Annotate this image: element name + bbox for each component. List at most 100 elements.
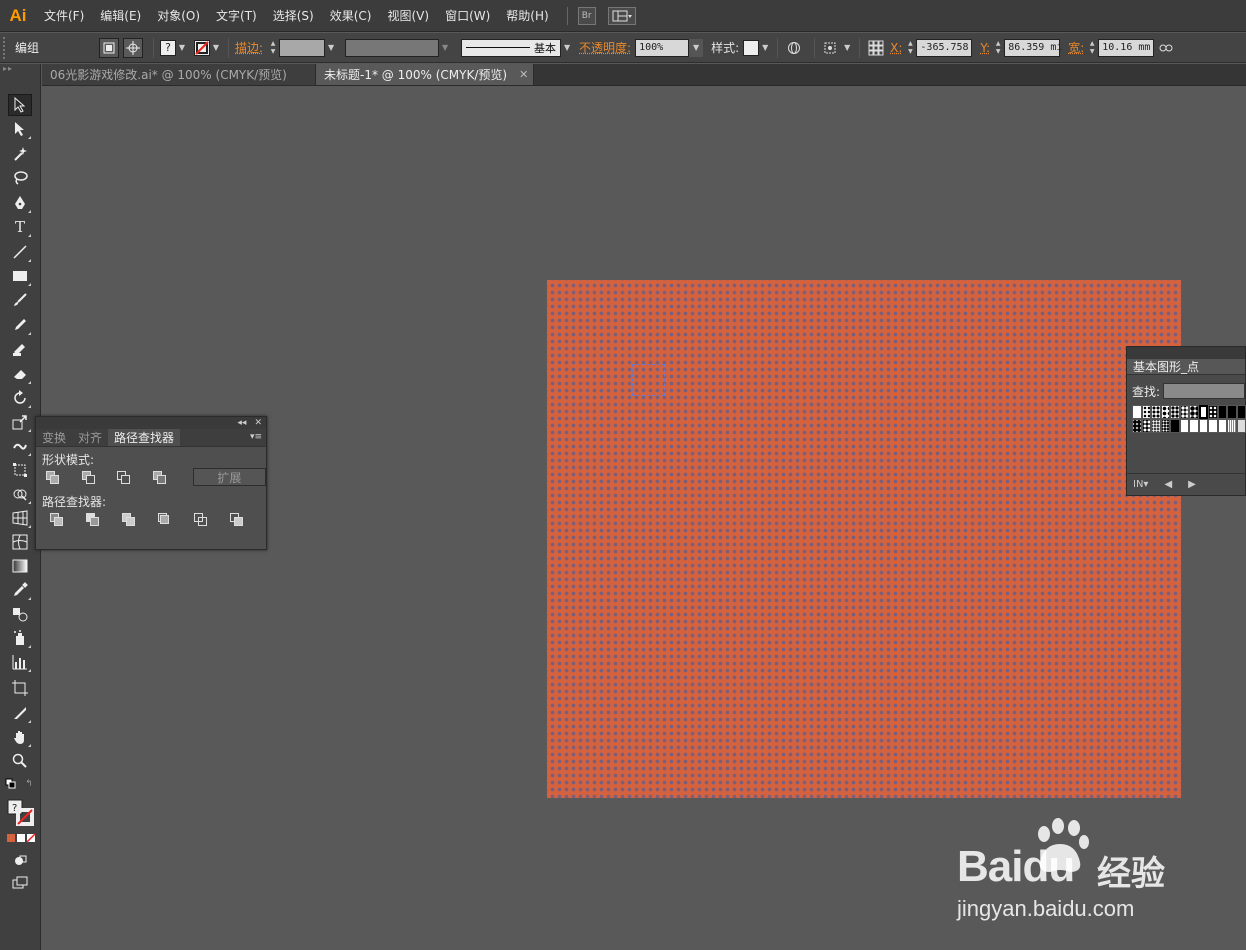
- bridge-button[interactable]: Br: [577, 6, 596, 25]
- artboard-pattern[interactable]: [547, 280, 1181, 798]
- swatch-item[interactable]: [1132, 419, 1142, 433]
- selection-bounding-box[interactable]: [632, 364, 665, 396]
- selection-tool-icon[interactable]: [8, 94, 32, 116]
- select-similar-button[interactable]: [821, 38, 841, 58]
- y-spinner[interactable]: ▲ ▼: [992, 39, 1004, 57]
- close-panel-icon[interactable]: ✕: [254, 418, 262, 428]
- swatch-item[interactable]: [1208, 419, 1218, 433]
- menu-edit[interactable]: 编辑(E): [92, 7, 149, 24]
- free-transform-icon[interactable]: [8, 459, 32, 481]
- magic-wand-icon[interactable]: [8, 143, 32, 165]
- tab-document-2[interactable]: 未标题-1* @ 100% (CMYK/预览) ✕: [316, 64, 534, 85]
- line-tool-icon[interactable]: [8, 241, 32, 263]
- symbol-sprayer-icon[interactable]: [8, 627, 32, 649]
- color-mode-buttons[interactable]: [5, 832, 37, 844]
- brush-definition-dropdown[interactable]: ▼: [561, 39, 573, 57]
- menu-view[interactable]: 视图(V): [379, 7, 437, 24]
- x-label[interactable]: X:: [890, 41, 902, 55]
- tab-pathfinder[interactable]: 路径查找器: [108, 429, 181, 446]
- opacity-field[interactable]: 100%: [635, 38, 690, 57]
- menu-window[interactable]: 窗口(W): [437, 7, 498, 24]
- swatch-item[interactable]: [1189, 405, 1199, 419]
- collapse-panel-icon[interactable]: ◂◂: [237, 418, 246, 428]
- y-field[interactable]: 86.359 mi: [1004, 38, 1062, 57]
- select-similar-dropdown[interactable]: ▼: [841, 39, 853, 57]
- intersect-icon[interactable]: [117, 470, 131, 484]
- swatch-item[interactable]: [1198, 405, 1208, 419]
- close-icon[interactable]: ✕: [519, 68, 528, 81]
- perspective-grid-icon[interactable]: [8, 507, 32, 529]
- graphic-style-swatch[interactable]: [743, 39, 760, 56]
- crop-icon[interactable]: [158, 512, 172, 526]
- menu-file[interactable]: 文件(F): [36, 7, 92, 24]
- slice-tool-icon[interactable]: [8, 702, 32, 724]
- panel-menu-icon[interactable]: ▾≡: [250, 432, 262, 442]
- swatch-library-menu-icon[interactable]: IN▾: [1133, 479, 1148, 490]
- document-setup-button[interactable]: [784, 38, 804, 58]
- opacity-label[interactable]: 不透明度:: [579, 39, 631, 56]
- trim-icon[interactable]: [86, 512, 100, 526]
- y-label[interactable]: Y:: [980, 41, 990, 55]
- scale-tool-icon[interactable]: [8, 411, 32, 433]
- outline-icon[interactable]: [194, 512, 208, 526]
- swatch-item[interactable]: [1236, 405, 1246, 419]
- isolate-group-button[interactable]: [99, 37, 119, 58]
- unite-icon[interactable]: [46, 470, 60, 484]
- reference-point-button[interactable]: [866, 38, 886, 58]
- stroke-weight-spinner[interactable]: ▲ ▼: [267, 39, 279, 57]
- stroke-weight-dropdown[interactable]: ▼: [325, 39, 337, 57]
- swatch-find-input[interactable]: [1163, 383, 1245, 399]
- hand-tool-icon[interactable]: [8, 726, 32, 748]
- stroke-dropdown-arrow[interactable]: ▼: [210, 39, 222, 57]
- pencil-icon[interactable]: [8, 314, 32, 336]
- tab-align[interactable]: 对齐: [72, 429, 108, 446]
- merge-icon[interactable]: [122, 512, 136, 526]
- previous-library-icon[interactable]: ◀: [1164, 479, 1172, 490]
- swatch-library-title[interactable]: 基本图形_点: [1127, 359, 1245, 375]
- paintbrush-icon[interactable]: [8, 289, 32, 311]
- blend-tool-icon[interactable]: [8, 603, 32, 625]
- menu-object[interactable]: 对象(O): [149, 7, 208, 24]
- stroke-weight-field[interactable]: [279, 38, 326, 57]
- tools-panel-grip[interactable]: ▸▸: [0, 64, 40, 74]
- exclude-icon[interactable]: [153, 470, 167, 484]
- swap-fill-stroke-icon[interactable]: ↰: [22, 778, 36, 790]
- panel-title-bar[interactable]: ◂◂ ✕: [36, 417, 266, 429]
- swatch-item[interactable]: [1227, 405, 1237, 419]
- swatch-item[interactable]: [1217, 405, 1227, 419]
- menu-type[interactable]: 文字(T): [208, 7, 265, 24]
- opacity-dropdown[interactable]: ▼: [689, 38, 704, 57]
- warp-tool-icon[interactable]: [8, 435, 32, 457]
- default-fill-stroke-icon[interactable]: [4, 778, 18, 790]
- next-library-icon[interactable]: ▶: [1188, 479, 1196, 490]
- zoom-tool-icon[interactable]: [8, 750, 32, 772]
- swatch-item[interactable]: [1189, 419, 1199, 433]
- width-field[interactable]: 10.16 mm: [1098, 38, 1155, 57]
- eraser-icon[interactable]: [8, 363, 32, 385]
- swatch-item[interactable]: [1179, 405, 1189, 419]
- menu-effect[interactable]: 效果(C): [322, 7, 380, 24]
- menu-select[interactable]: 选择(S): [265, 7, 322, 24]
- drawing-mode-icon[interactable]: [8, 850, 32, 872]
- rectangle-tool-icon[interactable]: [8, 265, 32, 287]
- graphic-style-dropdown[interactable]: ▼: [759, 39, 771, 57]
- x-spinner[interactable]: ▲ ▼: [904, 39, 916, 57]
- swatch-item[interactable]: [1160, 405, 1170, 419]
- swatch-item[interactable]: [1151, 419, 1161, 433]
- blob-brush-icon[interactable]: [8, 338, 32, 360]
- width-spinner[interactable]: ▲ ▼: [1086, 39, 1098, 57]
- swatch-item[interactable]: [1141, 419, 1151, 433]
- width-label[interactable]: 宽:: [1068, 39, 1084, 56]
- stroke-swatch[interactable]: [194, 39, 210, 56]
- constrain-proportions-button[interactable]: [1156, 38, 1176, 58]
- swatch-item[interactable]: [1151, 405, 1161, 419]
- variable-width-field[interactable]: [345, 38, 440, 57]
- pen-tool-icon[interactable]: [8, 192, 32, 214]
- type-tool-icon[interactable]: T: [8, 216, 32, 238]
- graph-tool-icon[interactable]: [8, 651, 32, 673]
- shape-builder-icon[interactable]: [8, 483, 32, 505]
- stroke-label[interactable]: 描边:: [235, 39, 263, 56]
- fill-dropdown-arrow[interactable]: ▼: [176, 39, 188, 57]
- artboard-tool-icon[interactable]: [8, 677, 32, 699]
- swatch-item[interactable]: [1170, 419, 1180, 433]
